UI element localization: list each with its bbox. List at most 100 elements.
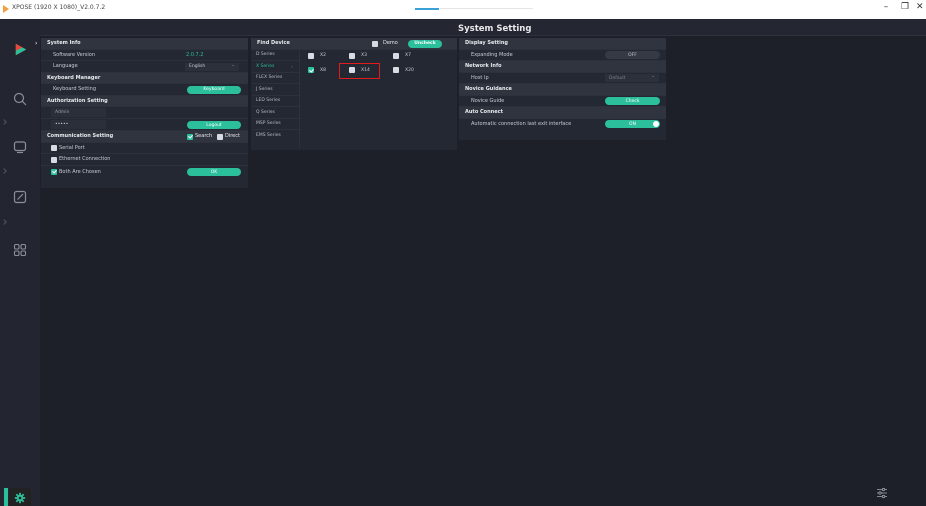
- device-x7-label: X7: [405, 53, 411, 58]
- novice-guide-row: Novice Guide Check: [459, 96, 666, 107]
- device-x3[interactable]: X3: [349, 52, 367, 59]
- toggle-knob: [653, 121, 659, 127]
- search-label: Search: [195, 133, 213, 140]
- find-device-header: Find Device Demo Uncheck: [251, 38, 457, 50]
- series-flex[interactable]: FLEX Series: [252, 73, 299, 84]
- device-x8-label: X8: [320, 67, 326, 73]
- series-ems[interactable]: EMS Series: [252, 130, 299, 142]
- demo-label: Demo: [383, 40, 398, 47]
- keyboard-button[interactable]: Keyboard: [187, 85, 241, 94]
- auto-connect-toggle-label: ON: [629, 121, 636, 127]
- app-title: XPOSE (1920 X 1080)_V2.0.7.2: [12, 4, 106, 11]
- logout-button[interactable]: Logout: [187, 121, 241, 129]
- series-led[interactable]: LED Series: [252, 96, 299, 107]
- maximize-button[interactable]: ❐: [898, 2, 912, 12]
- both-chosen-label: Both Are Chosen: [59, 169, 101, 175]
- host-ip-select[interactable]: Default ⌄: [605, 74, 659, 82]
- both-chosen-checkbox[interactable]: [51, 168, 57, 175]
- chevron-right-icon: ›: [35, 39, 38, 47]
- authorization-header: Authorization Setting: [41, 95, 248, 107]
- network-info-heading: Network Info: [465, 63, 502, 70]
- auto-connect-toggle[interactable]: ON: [605, 120, 660, 128]
- direct-checkbox[interactable]: [217, 133, 223, 140]
- ethernet-row: Ethernet Connection: [41, 154, 248, 166]
- novice-guidance-heading: Novice Guidance: [465, 86, 512, 93]
- tab-strip: [440, 8, 533, 9]
- ethernet-checkbox[interactable]: [51, 156, 57, 163]
- device-x3-checkbox[interactable]: [349, 52, 355, 59]
- close-button[interactable]: ✕: [916, 2, 926, 12]
- device-x20-checkbox[interactable]: [393, 67, 399, 73]
- host-ip-label: Host Ip: [471, 74, 489, 81]
- serial-port-row: Serial Port: [41, 143, 248, 154]
- password-row: ••••• Logout: [41, 119, 248, 131]
- title-bar: XPOSE (1920 X 1080)_V2.0.7.2 – ❐ ✕: [0, 0, 926, 19]
- device-x2-checkbox[interactable]: [308, 52, 314, 59]
- network-info-header: Network Info: [459, 61, 666, 73]
- chevron-down-icon: ⌄: [651, 74, 655, 79]
- page-title: System Setting: [458, 24, 532, 34]
- host-ip-value: Default: [609, 75, 626, 81]
- username-input[interactable]: Admin: [51, 108, 106, 117]
- device-x8-checkbox[interactable]: [308, 67, 314, 73]
- language-select[interactable]: English ⌄: [185, 62, 239, 71]
- adjust-button[interactable]: [876, 484, 888, 499]
- check-button[interactable]: Check: [605, 97, 660, 105]
- sliders-icon: [877, 487, 887, 499]
- serial-port-checkbox[interactable]: [51, 145, 57, 152]
- sidebar: [0, 19, 40, 506]
- search-checkbox[interactable]: [187, 133, 193, 140]
- series-x[interactable]: X Series ›: [252, 61, 299, 73]
- password-field[interactable]: •••••: [51, 120, 106, 129]
- system-info-header[interactable]: › System Info: [35, 38, 248, 50]
- search-nav-button[interactable]: [8, 87, 32, 111]
- device-x8[interactable]: X8: [308, 67, 326, 73]
- divider: [299, 49, 300, 148]
- keyboard-setting-row: Keyboard Setting Keyboard: [41, 84, 248, 96]
- chevron-down-icon: ⌄: [231, 62, 235, 68]
- device-x7[interactable]: X7: [393, 52, 411, 59]
- expanding-mode-row: Expanding Mode OFF: [459, 50, 666, 61]
- series-msp[interactable]: MSP Series: [252, 119, 299, 130]
- minimize-button[interactable]: –: [879, 2, 893, 12]
- device-x20[interactable]: X20: [393, 67, 414, 73]
- series-q[interactable]: Q Series: [252, 107, 299, 119]
- screen-nav-button[interactable]: [8, 135, 32, 159]
- device-x2[interactable]: X2: [308, 52, 326, 59]
- novice-guide-label: Novice Guide: [471, 97, 505, 104]
- chevron-icon: [1, 168, 7, 174]
- right-column: Display Setting Expanding Mode OFF Netwo…: [459, 38, 666, 140]
- settings-button[interactable]: [4, 488, 31, 506]
- device-x7-checkbox[interactable]: [393, 52, 399, 59]
- gear-icon: [14, 492, 26, 504]
- device-x3-label: X3: [361, 53, 367, 58]
- edit-nav-button[interactable]: [8, 185, 32, 209]
- uncheck-button[interactable]: Uncheck: [408, 39, 442, 48]
- keyboard-manager-header: Keyboard Manager: [41, 72, 248, 84]
- series-x-label: X Series: [256, 63, 275, 69]
- edit-icon: [13, 190, 27, 204]
- system-info-heading: System Info: [47, 40, 81, 47]
- auto-connect-label: Automatic connection last exit interface: [471, 121, 572, 128]
- active-tab-indicator: [415, 8, 439, 10]
- software-version-label: Software Version: [53, 51, 96, 58]
- app-logo-icon: [3, 5, 9, 13]
- communication-heading: Communication Setting: [47, 133, 114, 140]
- layout-nav-button[interactable]: [8, 238, 32, 262]
- both-chosen-row: Both Are Chosen OK: [41, 166, 248, 179]
- ok-button[interactable]: OK: [187, 168, 241, 176]
- demo-checkbox[interactable]: [372, 40, 378, 47]
- grid-icon: [13, 243, 27, 257]
- direct-label: Direct: [225, 133, 240, 140]
- device-x20-label: X20: [405, 67, 414, 73]
- play-logo-button[interactable]: [8, 37, 32, 61]
- settings-panel: › System Info Software Version 2.0.7.2 L…: [35, 36, 926, 506]
- display-setting-heading: Display Setting: [465, 40, 508, 47]
- expanding-mode-toggle[interactable]: OFF: [605, 51, 660, 59]
- series-j[interactable]: J Series: [252, 84, 299, 96]
- software-version-value: 2.0.7.2: [186, 51, 204, 58]
- auto-connect-header: Auto Connect: [459, 107, 666, 119]
- keyboard-setting-label: Keyboard Setting: [53, 86, 96, 93]
- auto-connect-row: Automatic connection last exit interface…: [459, 119, 666, 131]
- series-d[interactable]: D Series: [252, 50, 299, 61]
